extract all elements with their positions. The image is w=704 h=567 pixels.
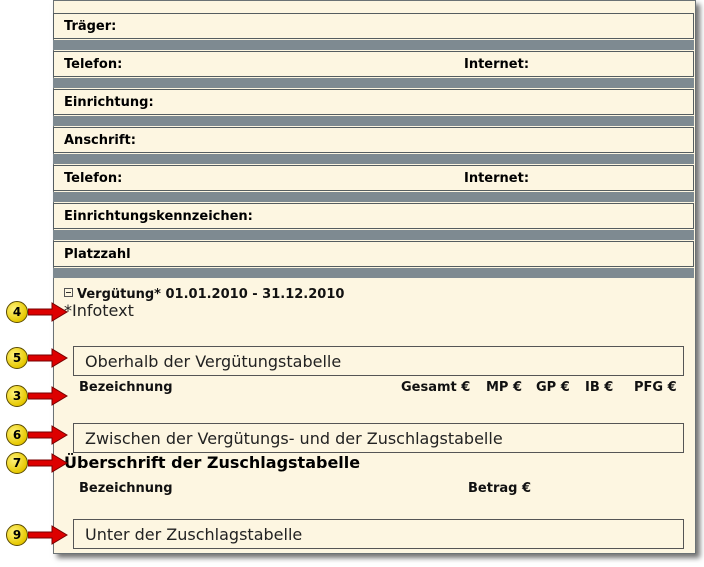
infotext: *Infotext — [64, 301, 134, 320]
kennzeichen-label: Einrichtungskennzeichen: — [64, 209, 253, 224]
row-separator — [53, 230, 694, 240]
kennzeichen-row: Einrichtungskennzeichen: — [53, 203, 694, 229]
row-separator — [53, 116, 694, 126]
einrichtung-row: Einrichtung: — [53, 89, 694, 115]
verguetung-col-gesamt: Gesamt € — [401, 380, 471, 395]
verguetung-col-bezeichnung: Bezeichnung — [79, 380, 173, 395]
anschrift-row: Anschrift: — [53, 127, 694, 153]
zuschlag-col-betrag: Betrag € — [468, 481, 532, 496]
row-separator — [53, 192, 694, 202]
callout-arrow-icon — [28, 302, 68, 322]
row-separator — [53, 78, 694, 88]
verguetung-section-header[interactable]: Vergütung* 01.01.2010 - 31.12.2010 — [64, 287, 344, 302]
callout-arrow-icon — [28, 386, 68, 406]
callout-badge-3: 3 — [6, 385, 28, 407]
traeger-label: Träger: — [64, 19, 117, 34]
telefon-row-1: Telefon: Internet: — [53, 51, 694, 77]
telefon-label: Telefon: — [64, 171, 123, 186]
verguetung-col-ib: IB € — [585, 380, 614, 395]
verguetung-col-pfg: PFG € — [634, 380, 677, 395]
callout-arrow-icon — [28, 525, 68, 545]
unter-textbox: Unter der Zuschlagstabelle — [73, 519, 684, 549]
row-separator — [53, 40, 694, 50]
einrichtung-label: Einrichtung: — [64, 95, 154, 110]
zuschlag-heading: Überschrift der Zuschlagstabelle — [64, 453, 361, 472]
oberhalb-textbox: Oberhalb der Vergütungstabelle — [73, 346, 684, 376]
internet-label: Internet: — [464, 57, 530, 72]
internet-label: Internet: — [464, 171, 530, 186]
platzzahl-row: Platzzahl — [53, 241, 694, 267]
zuschlag-col-bezeichnung: Bezeichnung — [79, 481, 173, 496]
callout-arrow-icon — [28, 348, 68, 368]
callout-arrow-icon — [28, 425, 68, 445]
callout-badge-9: 9 — [6, 524, 28, 546]
row-separator — [53, 268, 694, 278]
callout-badge-7: 7 — [6, 452, 28, 474]
callout-badge-5: 5 — [6, 347, 28, 369]
row-separator — [53, 154, 694, 164]
telefon-row-2: Telefon: Internet: — [53, 165, 694, 191]
zwischen-textbox: Zwischen der Vergütungs- und der Zuschla… — [73, 423, 684, 453]
section-title: Vergütung* 01.01.2010 - 31.12.2010 — [77, 287, 345, 302]
anschrift-label: Anschrift: — [64, 133, 136, 148]
telefon-label: Telefon: — [64, 57, 123, 72]
verguetung-col-gp: GP € — [536, 380, 570, 395]
traeger-row: Träger: — [53, 13, 694, 39]
collapse-icon[interactable] — [64, 288, 73, 297]
platzzahl-label: Platzzahl — [64, 247, 131, 262]
callout-badge-4: 4 — [6, 301, 28, 323]
callout-arrow-icon — [28, 453, 68, 473]
callout-badge-6: 6 — [6, 424, 28, 446]
verguetung-col-mp: MP € — [486, 380, 523, 395]
